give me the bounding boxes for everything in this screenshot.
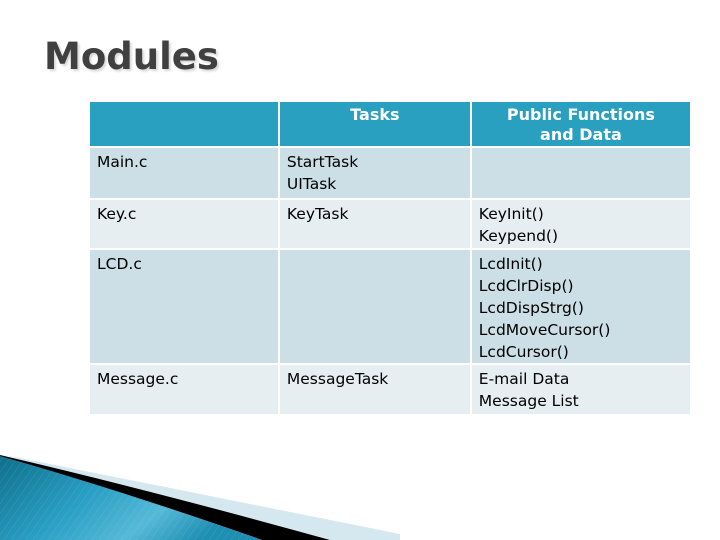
function-item: KeyInit() — [478, 205, 544, 223]
functions-cell — [471, 148, 690, 198]
header-public-functions: Public Functions and Data — [471, 102, 690, 146]
tasks-cell: KeyTask — [279, 200, 470, 248]
tasks-cell: MessageTask — [279, 365, 470, 414]
modules-table: Tasks Public Functions and Data Main.c S… — [88, 100, 692, 416]
task-item: UITask — [286, 175, 337, 193]
function-item: E-mail Data — [478, 370, 570, 388]
header-public-functions-line-2: and Data — [540, 125, 622, 144]
header-tasks: Tasks — [279, 102, 470, 146]
header-module — [90, 102, 278, 146]
table-row: Message.c MessageTask E-mail Data Messag… — [90, 365, 690, 414]
swoosh-texture — [0, 456, 262, 540]
module-cell: LCD.c — [90, 250, 278, 363]
task-item: KeyTask — [286, 205, 349, 223]
function-item: LcdCursor() — [478, 343, 569, 361]
slide-title: Modules — [44, 35, 219, 78]
tasks-cell: StartTask UITask — [279, 148, 470, 198]
decorative-swoosh — [0, 454, 400, 540]
function-item: LcdInit() — [478, 255, 543, 273]
function-item: LcdClrDisp() — [478, 277, 574, 295]
tasks-cell — [279, 250, 470, 363]
function-item: LcdMoveCursor() — [478, 321, 611, 339]
functions-cell: KeyInit() Keypend() — [471, 200, 690, 248]
module-cell: Key.c — [90, 200, 278, 248]
function-item: Keypend() — [478, 227, 559, 245]
header-public-functions-line-1: Public Functions — [506, 105, 655, 124]
functions-cell: E-mail Data Message List — [471, 365, 690, 414]
module-cell: Message.c — [90, 365, 278, 414]
functions-cell: LcdInit() LcdClrDisp() LcdDispStrg() Lcd… — [471, 250, 690, 363]
table-row: Key.c KeyTask KeyInit() Keypend() — [90, 200, 690, 248]
function-item: Message List — [478, 392, 579, 410]
table-header-row: Tasks Public Functions and Data — [90, 102, 690, 146]
task-item: StartTask — [286, 153, 359, 171]
module-cell: Main.c — [90, 148, 278, 198]
table-row: Main.c StartTask UITask — [90, 148, 690, 198]
function-item: LcdDispStrg() — [478, 299, 584, 317]
table-row: LCD.c LcdInit() LcdClrDisp() LcdDispStrg… — [90, 250, 690, 363]
task-item: MessageTask — [286, 370, 389, 388]
